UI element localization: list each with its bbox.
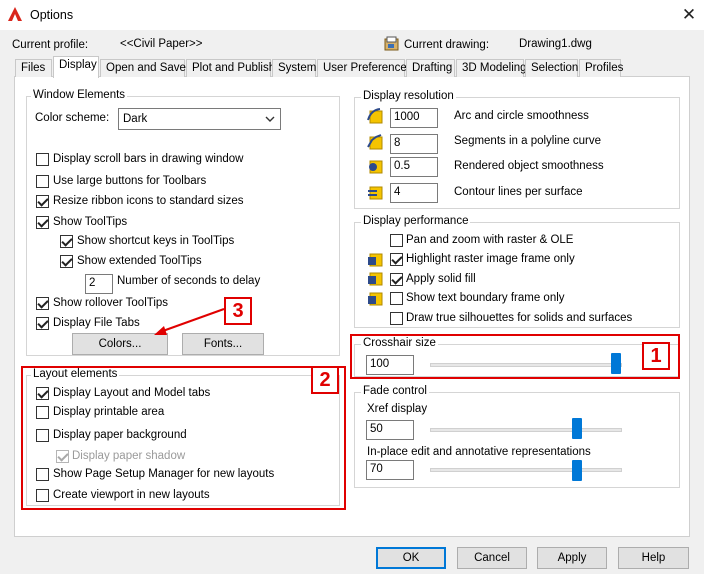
arc-smoothness-input[interactable]: 1000 <box>390 108 438 128</box>
apply-solid-fill-checkbox[interactable] <box>390 273 403 286</box>
close-icon[interactable]: ✕ <box>678 4 700 26</box>
current-drawing-label: Current drawing: <box>404 39 490 51</box>
pan-zoom-raster-checkbox[interactable] <box>390 234 403 247</box>
arc-smoothness-icon <box>367 108 383 124</box>
rendered-smoothness-label: Rendered object smoothness <box>454 160 604 172</box>
display-file-tabs-label: Display File Tabs <box>53 317 140 329</box>
show-tooltips-checkbox[interactable] <box>36 216 49 229</box>
polyline-segments-icon <box>367 134 383 150</box>
current-profile-value: <<Civil Paper>> <box>120 38 203 50</box>
tab-display[interactable]: Display <box>53 56 99 78</box>
chevron-down-icon <box>265 116 275 122</box>
rendered-smoothness-input[interactable]: 0.5 <box>390 157 438 177</box>
true-silhouettes-checkbox[interactable] <box>390 312 403 325</box>
tab-3d-modeling[interactable]: 3D Modeling <box>456 59 527 77</box>
apply-button[interactable]: Apply <box>537 547 607 569</box>
contour-lines-label: Contour lines per surface <box>454 186 583 198</box>
callout-arrow-icon <box>154 308 225 335</box>
tab-drafting[interactable]: Drafting <box>406 59 455 77</box>
raster-frame-icon <box>368 253 383 267</box>
autocad-logo-icon <box>8 7 22 21</box>
help-button[interactable]: Help <box>618 547 689 569</box>
extended-tooltips-label: Show extended ToolTips <box>77 255 202 267</box>
pan-zoom-raster-label: Pan and zoom with raster & OLE <box>406 234 574 246</box>
tab-user-preferences[interactable]: User Preferences <box>317 59 412 77</box>
scroll-bars-checkbox[interactable] <box>36 153 49 166</box>
show-tooltips-label: Show ToolTips <box>53 216 128 228</box>
xref-display-track[interactable] <box>430 428 622 432</box>
rendered-smoothness-icon <box>369 160 383 174</box>
inplace-edit-input[interactable]: 70 <box>366 460 414 480</box>
tab-files[interactable]: Files <box>15 59 52 77</box>
display-file-tabs-checkbox[interactable] <box>36 317 49 330</box>
shortcut-keys-label: Show shortcut keys in ToolTips <box>77 235 235 247</box>
large-buttons-label: Use large buttons for Toolbars <box>53 175 207 187</box>
shortcut-keys-checkbox[interactable] <box>60 235 73 248</box>
title-bar <box>0 0 704 30</box>
apply-solid-fill-label: Apply solid fill <box>406 273 476 285</box>
tooltip-delay-input[interactable]: 2 <box>85 274 113 294</box>
current-profile-label: Current profile: <box>12 39 89 51</box>
layout-elements-highlight-box <box>21 366 346 510</box>
xref-display-input[interactable]: 50 <box>366 420 414 440</box>
polyline-segments-input[interactable]: 8 <box>390 134 438 154</box>
scroll-bars-label: Display scroll bars in drawing window <box>53 153 244 165</box>
display-resolution-title: Display resolution <box>361 90 456 102</box>
inplace-edit-slider[interactable] <box>572 460 582 481</box>
crosshair-highlight-box <box>350 334 680 379</box>
color-scheme-value: Dark <box>123 113 148 125</box>
resize-ribbon-label: Resize ribbon icons to standard sizes <box>53 195 244 207</box>
xref-display-slider[interactable] <box>572 418 582 439</box>
tab-plot-and-publish[interactable]: Plot and Publish <box>186 59 275 77</box>
tab-system[interactable]: System <box>272 59 316 77</box>
color-scheme-select[interactable]: Dark <box>118 108 281 130</box>
contour-lines-input[interactable]: 4 <box>390 183 438 203</box>
inplace-edit-label: In-place edit and annotative representat… <box>367 446 591 458</box>
large-buttons-checkbox[interactable] <box>36 175 49 188</box>
contour-lines-icon <box>368 186 383 200</box>
drawing-icon <box>384 36 399 51</box>
callout-1: 1 <box>642 342 670 370</box>
xref-display-label: Xref display <box>367 403 428 415</box>
highlight-raster-frame-checkbox[interactable] <box>390 253 403 266</box>
current-drawing-value: Drawing1.dwg <box>519 38 592 50</box>
resize-ribbon-checkbox[interactable] <box>36 195 49 208</box>
text-boundary-frame-checkbox[interactable] <box>390 292 403 305</box>
polyline-segments-label: Segments in a polyline curve <box>454 135 602 147</box>
inplace-edit-track[interactable] <box>430 468 622 472</box>
tab-open-and-save[interactable]: Open and Save <box>100 59 186 77</box>
cancel-button[interactable]: Cancel <box>457 547 527 569</box>
color-scheme-label: Color scheme: <box>35 112 110 124</box>
solid-fill-icon <box>368 272 383 286</box>
text-boundary-frame-label: Show text boundary frame only <box>406 292 565 304</box>
tab-selection[interactable]: Selection <box>525 59 578 77</box>
tooltip-delay-label: Number of seconds to delay <box>117 275 261 287</box>
display-performance-title: Display performance <box>361 215 471 227</box>
extended-tooltips-checkbox[interactable] <box>60 255 73 268</box>
highlight-raster-frame-label: Highlight raster image frame only <box>406 253 575 265</box>
window-elements-title: Window Elements <box>31 89 128 101</box>
text-boundary-icon <box>368 292 383 306</box>
tab-profiles[interactable]: Profiles <box>579 59 623 77</box>
fade-control-title: Fade control <box>361 385 429 397</box>
ok-button[interactable]: OK <box>376 547 446 569</box>
true-silhouettes-label: Draw true silhouettes for solids and sur… <box>406 312 633 324</box>
rollover-tooltips-checkbox[interactable] <box>36 297 49 310</box>
callout-2: 2 <box>311 366 339 394</box>
arc-smoothness-label: Arc and circle smoothness <box>454 110 589 122</box>
window-title: Options <box>30 8 74 22</box>
